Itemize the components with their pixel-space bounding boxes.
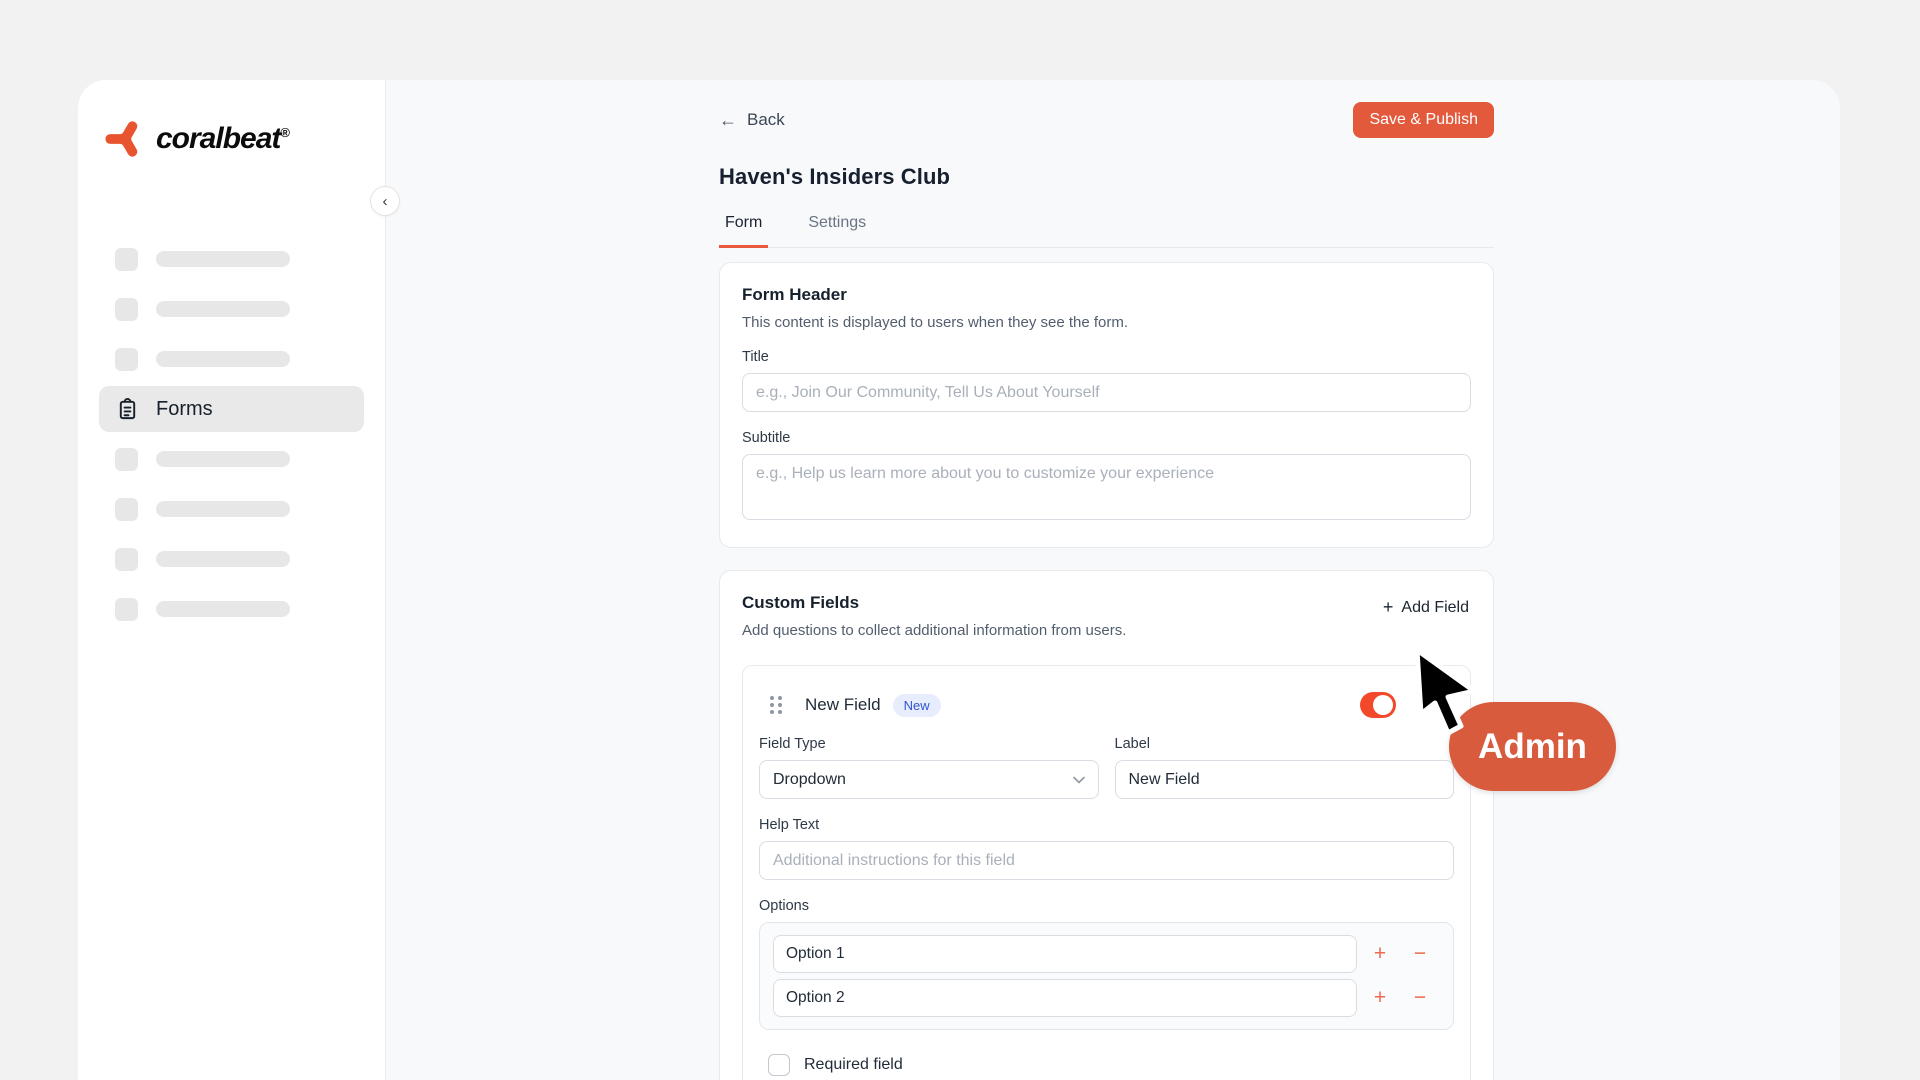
skeleton-label <box>156 601 290 617</box>
add-field-button[interactable]: + Add Field <box>1381 593 1471 622</box>
subtitle-textarea[interactable] <box>742 454 1471 520</box>
cursor-arrow-icon <box>1412 646 1482 738</box>
admin-badge-label: Admin <box>1478 727 1587 767</box>
skeleton-icon <box>115 598 138 621</box>
add-option-button[interactable]: + <box>1363 937 1397 971</box>
sidebar-skeleton-item <box>78 234 385 284</box>
coralbeat-logo-icon <box>104 118 146 160</box>
chevron-down-icon <box>1073 776 1085 784</box>
option-input-2[interactable] <box>773 979 1357 1017</box>
app-shell: coralbeat® ‹ Forms <box>78 80 1840 1080</box>
form-header-description: This content is displayed to users when … <box>742 314 1471 331</box>
remove-option-button[interactable]: − <box>1403 981 1437 1015</box>
drag-handle-icon[interactable] <box>767 694 785 716</box>
main-content: ← Back Save & Publish Haven's Insiders C… <box>386 80 1840 1080</box>
add-field-label: Add Field <box>1401 599 1469 617</box>
back-label: Back <box>747 110 785 130</box>
remove-option-button[interactable]: − <box>1403 937 1437 971</box>
required-checkbox[interactable] <box>768 1054 790 1076</box>
tab-bar: Form Settings <box>719 214 1494 248</box>
form-header-card: Form Header This content is displayed to… <box>719 262 1494 548</box>
save-publish-button[interactable]: Save & Publish <box>1353 102 1494 138</box>
custom-fields-card: Custom Fields Add questions to collect a… <box>719 570 1494 1080</box>
option-input-1[interactable] <box>773 935 1357 973</box>
sidebar-item-label: Forms <box>156 398 213 421</box>
page-title: Haven's Insiders Club <box>719 164 1494 190</box>
sidebar-nav: Forms <box>78 234 385 634</box>
field-type-select[interactable]: Dropdown <box>759 760 1099 799</box>
tab-form[interactable]: Form <box>719 214 768 248</box>
sidebar: coralbeat® ‹ Forms <box>78 80 386 1080</box>
registered-mark: ® <box>280 125 289 140</box>
sidebar-skeleton-item <box>78 484 385 534</box>
custom-fields-description: Add questions to collect additional info… <box>742 622 1126 639</box>
field-type-value: Dropdown <box>773 771 846 789</box>
label-input[interactable] <box>1115 760 1455 799</box>
toggle-knob <box>1373 695 1393 715</box>
required-label: Required field <box>804 1056 903 1074</box>
skeleton-icon <box>115 448 138 471</box>
option-row: + − <box>773 979 1453 1017</box>
required-row: Required field <box>768 1054 1454 1076</box>
field-enabled-toggle[interactable] <box>1360 692 1396 718</box>
sidebar-skeleton-item <box>78 284 385 334</box>
brand-name: coralbeat® <box>156 122 289 156</box>
option-row: + − <box>773 935 1453 973</box>
add-option-button[interactable]: + <box>1363 981 1397 1015</box>
field-name: New Field <box>805 695 881 715</box>
subtitle-field-label: Subtitle <box>742 430 1471 446</box>
sidebar-item-forms[interactable]: Forms <box>99 386 364 432</box>
back-button[interactable]: ← Back <box>719 110 785 131</box>
skeleton-icon <box>115 248 138 271</box>
skeleton-label <box>156 351 290 367</box>
sidebar-skeleton-item <box>78 334 385 384</box>
skeleton-label <box>156 451 290 467</box>
tab-settings[interactable]: Settings <box>802 214 872 247</box>
skeleton-icon <box>115 298 138 321</box>
admin-cursor <box>1412 646 1482 738</box>
help-text-label: Help Text <box>759 817 1454 833</box>
form-header-title: Form Header <box>742 285 1471 305</box>
topbar: ← Back Save & Publish <box>719 102 1494 138</box>
skeleton-label <box>156 301 290 317</box>
options-label: Options <box>759 898 1454 914</box>
skeleton-label <box>156 251 290 267</box>
plus-icon: + <box>1383 597 1394 618</box>
back-arrow-icon: ← <box>719 110 737 131</box>
field-type-label: Field Type <box>759 736 1099 752</box>
title-field-label: Title <box>742 349 1471 365</box>
label-field-label: Label <box>1115 736 1455 752</box>
brand-logo: coralbeat® <box>78 80 385 160</box>
help-text-input[interactable] <box>759 841 1454 880</box>
new-badge: New <box>893 694 941 717</box>
skeleton-icon <box>115 548 138 571</box>
clipboard-list-icon <box>116 398 139 421</box>
custom-fields-title: Custom Fields <box>742 593 1126 613</box>
title-input[interactable] <box>742 373 1471 412</box>
page: coralbeat® ‹ Forms <box>0 0 1920 1080</box>
field-editor-card: New Field New Field Type Dropdown <box>742 665 1471 1080</box>
skeleton-icon <box>115 348 138 371</box>
skeleton-icon <box>115 498 138 521</box>
sidebar-skeleton-item <box>78 534 385 584</box>
sidebar-skeleton-item <box>78 434 385 484</box>
options-container: + − + − <box>759 922 1454 1030</box>
sidebar-skeleton-item <box>78 584 385 634</box>
skeleton-label <box>156 551 290 567</box>
skeleton-label <box>156 501 290 517</box>
type-label-row: Field Type Dropdown Label <box>759 718 1454 799</box>
